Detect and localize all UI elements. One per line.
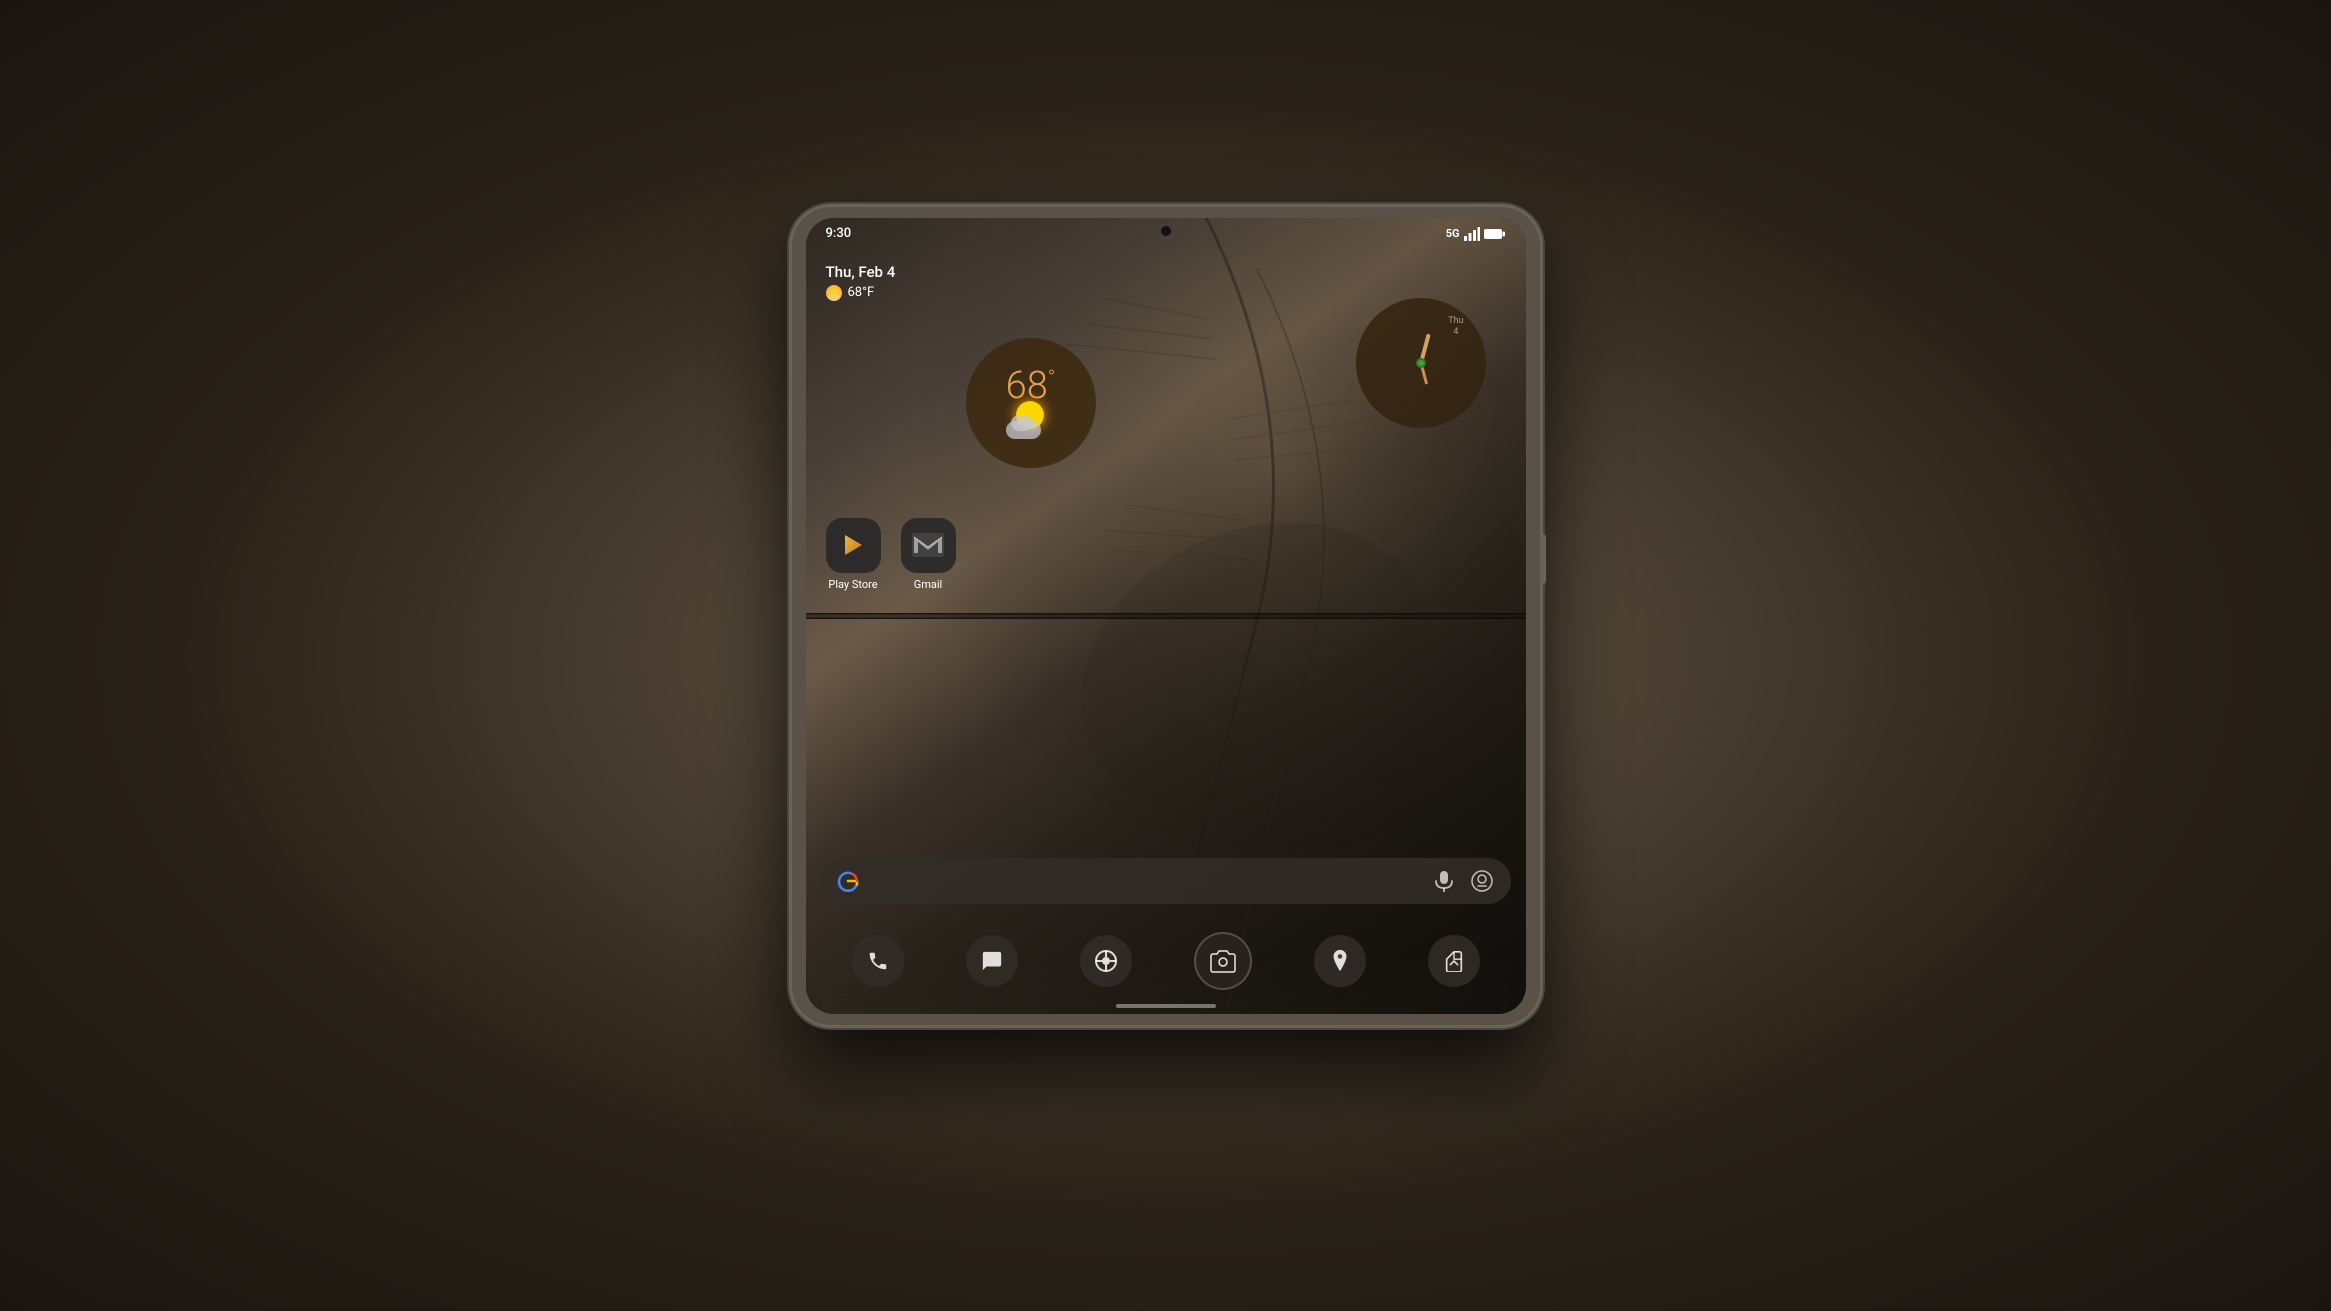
clock-widget[interactable]: Thu4 [1356, 298, 1486, 428]
weather-sun-cloud [1006, 401, 1056, 439]
weather-date-info: Thu, Feb 4 68°F [826, 263, 896, 301]
fold-crease [806, 613, 1526, 619]
camera-icon [1210, 949, 1236, 973]
home-indicator [1116, 1004, 1216, 1008]
messages-icon [981, 950, 1003, 972]
clock-center-dot [1416, 358, 1426, 368]
play-triangle-icon [840, 532, 866, 558]
dock-maps[interactable] [1314, 935, 1366, 987]
side-button[interactable] [1542, 534, 1546, 584]
play-store-icon[interactable] [826, 518, 881, 573]
status-icons: 5G [1446, 227, 1506, 241]
network-label: 5G [1446, 227, 1460, 240]
sun-icon-small [826, 285, 842, 301]
device-frame: 9:30 5G [791, 206, 1541, 1026]
dock-phone[interactable] [852, 935, 904, 987]
weather-date: Thu, Feb 4 [826, 263, 896, 281]
device-container: 9:30 5G [791, 206, 1541, 1026]
battery-icon [1484, 228, 1506, 240]
dock-messages[interactable] [966, 935, 1018, 987]
camera-notch [1161, 226, 1171, 236]
status-time: 9:30 [826, 226, 852, 241]
search-mic-icon[interactable] [1431, 868, 1457, 894]
search-lens-icon[interactable] [1469, 868, 1495, 894]
chrome-icon [1094, 949, 1118, 973]
dock-camera[interactable] [1194, 932, 1252, 990]
dock-chrome[interactable] [1080, 935, 1132, 987]
gmail-icon[interactable] [901, 518, 956, 573]
screen: 9:30 5G [806, 218, 1526, 1014]
phone-icon [867, 950, 889, 972]
gmail-label: Gmail [914, 578, 942, 591]
dock [821, 926, 1511, 996]
dock-files[interactable] [1428, 935, 1480, 987]
weather-widget[interactable]: 68° [966, 338, 1096, 468]
temp-small-text: 68°F [848, 285, 875, 300]
play-store-label: Play Store [828, 578, 877, 591]
maps-icon [1330, 949, 1350, 973]
search-bar[interactable] [821, 858, 1511, 904]
signal-icon [1464, 227, 1480, 241]
gmail-m-icon [912, 533, 944, 557]
files-icon [1443, 950, 1465, 972]
weather-temp-display: 68° [1006, 367, 1056, 405]
google-g-icon [837, 870, 859, 892]
weather-temp-small-row: 68°F [826, 285, 896, 301]
clock-face [1376, 318, 1466, 408]
